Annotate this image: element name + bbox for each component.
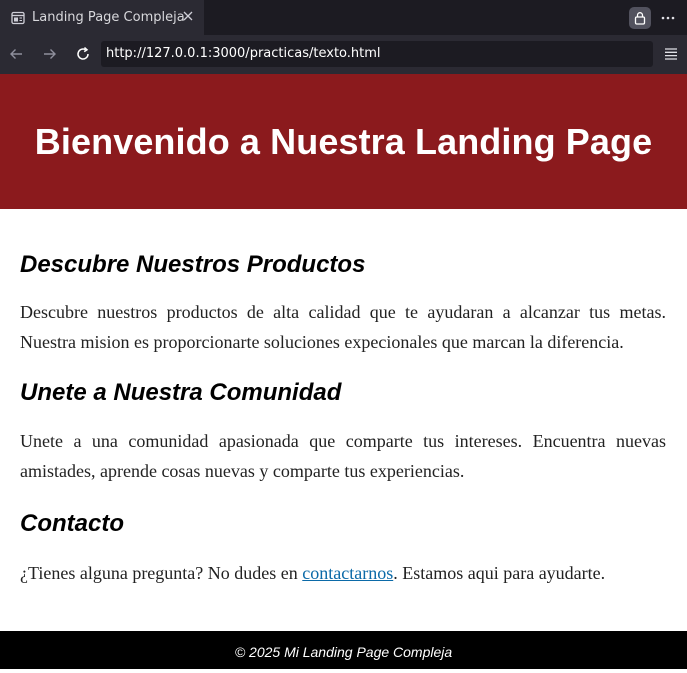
lock-icon[interactable] bbox=[629, 6, 651, 29]
page-footer: © 2025 Mi Landing Page Compleja bbox=[0, 631, 687, 669]
url-bar[interactable]: http://127.0.0.1:3000/practicas/texto.ht… bbox=[101, 41, 653, 67]
section-heading: Descubre Nuestros Productos bbox=[20, 251, 366, 278]
contact-text-after: . Estamos aqui para ayudarte. bbox=[393, 563, 606, 583]
section-text: Descubre nuestros productos de alta cali… bbox=[20, 302, 666, 352]
contact-text-before: ¿Tienes alguna pregunta? No dudes en bbox=[20, 563, 303, 583]
more-icon[interactable] bbox=[659, 9, 677, 27]
hero-banner: Bienvenido a Nuestra Landing Page bbox=[0, 74, 687, 209]
main-content: Descubre Nuestros Productos Descubre nue… bbox=[0, 209, 687, 588]
tab-title: Landing Page Compleja bbox=[32, 10, 185, 25]
reload-icon[interactable] bbox=[73, 44, 93, 64]
section-products: Descubre Nuestros Productos Descubre nue… bbox=[20, 209, 666, 357]
section-text: Unete a una comunidad apasionada que com… bbox=[20, 431, 666, 481]
contact-link[interactable]: contactarnos bbox=[302, 563, 393, 583]
page-icon bbox=[11, 11, 25, 25]
menu-icon[interactable] bbox=[663, 46, 679, 62]
page-title: Bienvenido a Nuestra Landing Page bbox=[34, 120, 653, 162]
forward-icon[interactable] bbox=[40, 44, 60, 64]
url-text: http://127.0.0.1:3000/practicas/texto.ht… bbox=[106, 46, 381, 61]
section-text: ¿Tienes alguna pregunta? No dudes en con… bbox=[20, 558, 666, 588]
section-heading: Unete a Nuestra Comunidad bbox=[20, 379, 342, 406]
navigation-bar: http://127.0.0.1:3000/practicas/texto.ht… bbox=[0, 35, 687, 74]
tab-bar: Landing Page Compleja bbox=[0, 0, 687, 35]
close-icon[interactable] bbox=[181, 9, 195, 23]
section-community: Unete a Nuestra Comunidad Unete a una co… bbox=[20, 379, 666, 486]
browser-tab[interactable]: Landing Page Compleja bbox=[0, 0, 204, 35]
section-contact: Contacto ¿Tienes alguna pregunta? No dud… bbox=[20, 510, 666, 588]
back-icon[interactable] bbox=[6, 44, 26, 64]
section-heading: Contacto bbox=[20, 510, 124, 537]
footer-text: © 2025 Mi Landing Page Compleja bbox=[234, 644, 453, 660]
